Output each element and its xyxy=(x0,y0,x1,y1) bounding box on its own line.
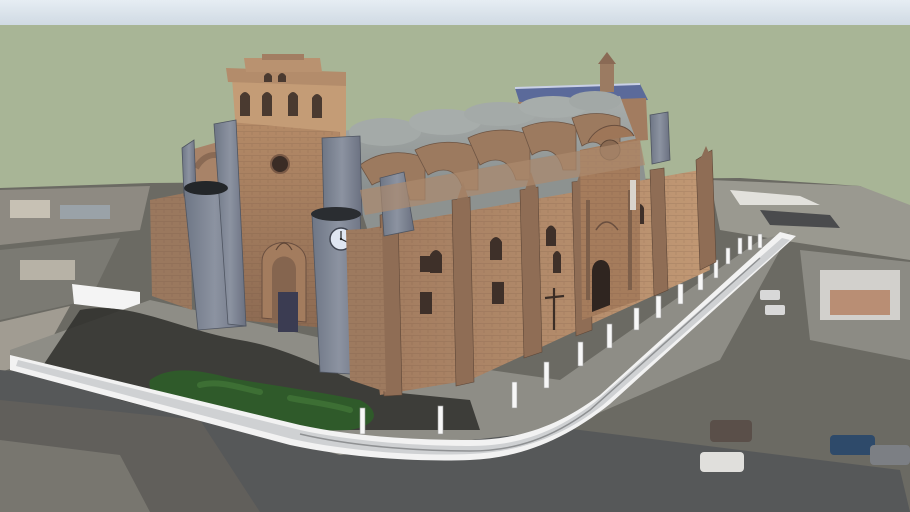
3d-viewport[interactable] xyxy=(0,0,910,512)
east-spire xyxy=(600,62,614,92)
sky-background xyxy=(0,0,910,26)
cathedral-3d-model[interactable] xyxy=(0,0,910,512)
west-portal xyxy=(261,242,307,332)
rose-window xyxy=(270,154,290,174)
